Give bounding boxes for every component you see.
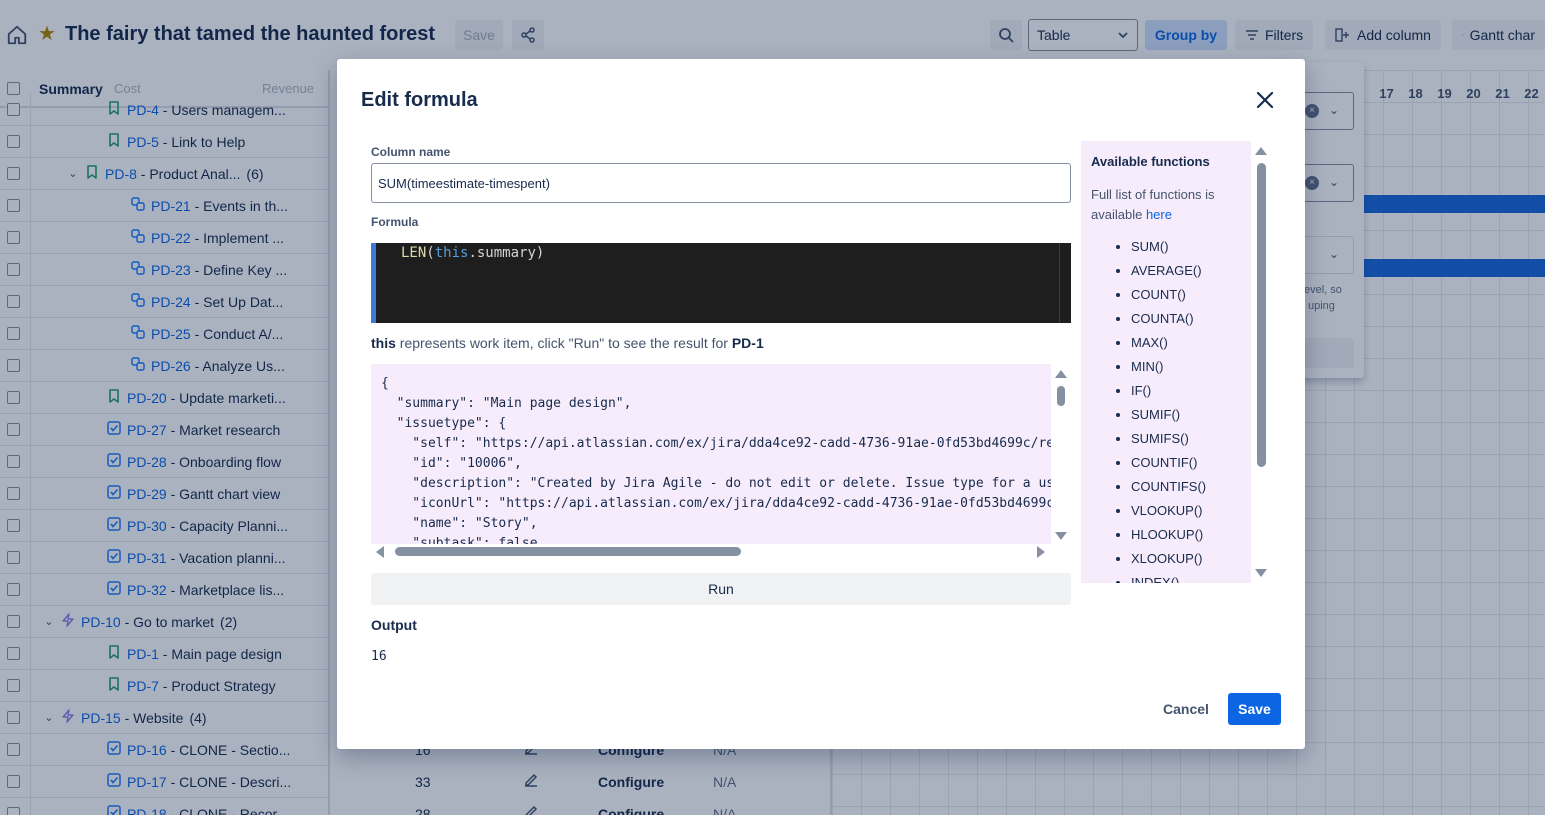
function-item[interactable]: IF(): [1131, 379, 1206, 403]
code-rest: .summary): [468, 245, 545, 261]
functions-list: SUM()AVERAGE()COUNT()COUNTA()MAX()MIN()I…: [1131, 235, 1206, 583]
scroll-up-icon[interactable]: [1055, 370, 1067, 378]
scroll-down-icon[interactable]: [1055, 532, 1067, 540]
code-function: LEN: [401, 245, 427, 261]
function-item[interactable]: COUNTA(): [1131, 307, 1206, 331]
column-name-input[interactable]: [371, 163, 1071, 203]
function-item[interactable]: XLOOKUP(): [1131, 547, 1206, 571]
scroll-thumb[interactable]: [1257, 163, 1266, 467]
functions-title: Available functions: [1091, 154, 1210, 169]
scroll-thumb[interactable]: [1057, 386, 1065, 406]
formula-label: Formula: [371, 215, 419, 229]
dialog-title: Edit formula: [361, 89, 478, 111]
function-item[interactable]: VLOOKUP(): [1131, 499, 1206, 523]
save-formula-button[interactable]: Save: [1228, 693, 1281, 725]
function-item[interactable]: AVERAGE(): [1131, 259, 1206, 283]
json-horizontal-scrollbar[interactable]: [371, 544, 1071, 559]
scroll-down-icon[interactable]: [1255, 569, 1267, 577]
function-item[interactable]: COUNT(): [1131, 283, 1206, 307]
available-functions-panel: Available functions Full list of functio…: [1081, 141, 1251, 583]
function-item[interactable]: HLOOKUP(): [1131, 523, 1206, 547]
hint-text: represents work item, click "Run" to see…: [395, 335, 732, 351]
json-text: { "summary": "Main page design", "issuet…: [381, 376, 1051, 544]
json-vertical-scrollbar[interactable]: [1051, 364, 1071, 544]
scroll-right-icon[interactable]: [1037, 546, 1045, 558]
hint-issue: PD-1: [731, 335, 764, 351]
functions-docs-link[interactable]: here: [1146, 207, 1172, 222]
function-item[interactable]: SUMIF(): [1131, 403, 1206, 427]
function-item[interactable]: INDEX(): [1131, 571, 1206, 583]
formula-editor[interactable]: LEN(this.summary): [371, 243, 1071, 323]
function-item[interactable]: SUMIFS(): [1131, 427, 1206, 451]
editor-scroll-edge: [1059, 243, 1071, 323]
hint-this: this: [371, 335, 396, 351]
column-name-label: Column name: [371, 145, 451, 159]
scroll-up-icon[interactable]: [1255, 147, 1267, 155]
functions-scrollbar[interactable]: [1251, 141, 1273, 583]
function-item[interactable]: COUNTIFS(): [1131, 475, 1206, 499]
scroll-left-icon[interactable]: [376, 546, 384, 558]
run-button[interactable]: Run: [371, 573, 1071, 605]
json-viewport: { "summary": "Main page design", "issuet…: [371, 364, 1051, 544]
output-label: Output: [371, 617, 417, 633]
function-item[interactable]: SUM(): [1131, 235, 1206, 259]
formula-code-line: LEN(this.summary): [401, 245, 544, 261]
output-value: 16: [371, 649, 387, 664]
work-item-json-preview[interactable]: { "summary": "Main page design", "issuet…: [371, 364, 1071, 559]
function-item[interactable]: COUNTIF(): [1131, 451, 1206, 475]
function-item[interactable]: MIN(): [1131, 355, 1206, 379]
functions-description: Full list of functions is available here: [1091, 185, 1241, 225]
formula-hint: this represents work item, click "Run" t…: [371, 335, 764, 351]
function-item[interactable]: MAX(): [1131, 331, 1206, 355]
code-paren: (: [426, 245, 435, 261]
code-keyword: this: [434, 245, 469, 261]
cancel-button[interactable]: Cancel: [1155, 693, 1217, 725]
close-icon[interactable]: [1255, 90, 1275, 110]
edit-formula-dialog: Edit formula Column name Formula LEN(thi…: [337, 59, 1305, 749]
scroll-thumb[interactable]: [395, 547, 741, 556]
